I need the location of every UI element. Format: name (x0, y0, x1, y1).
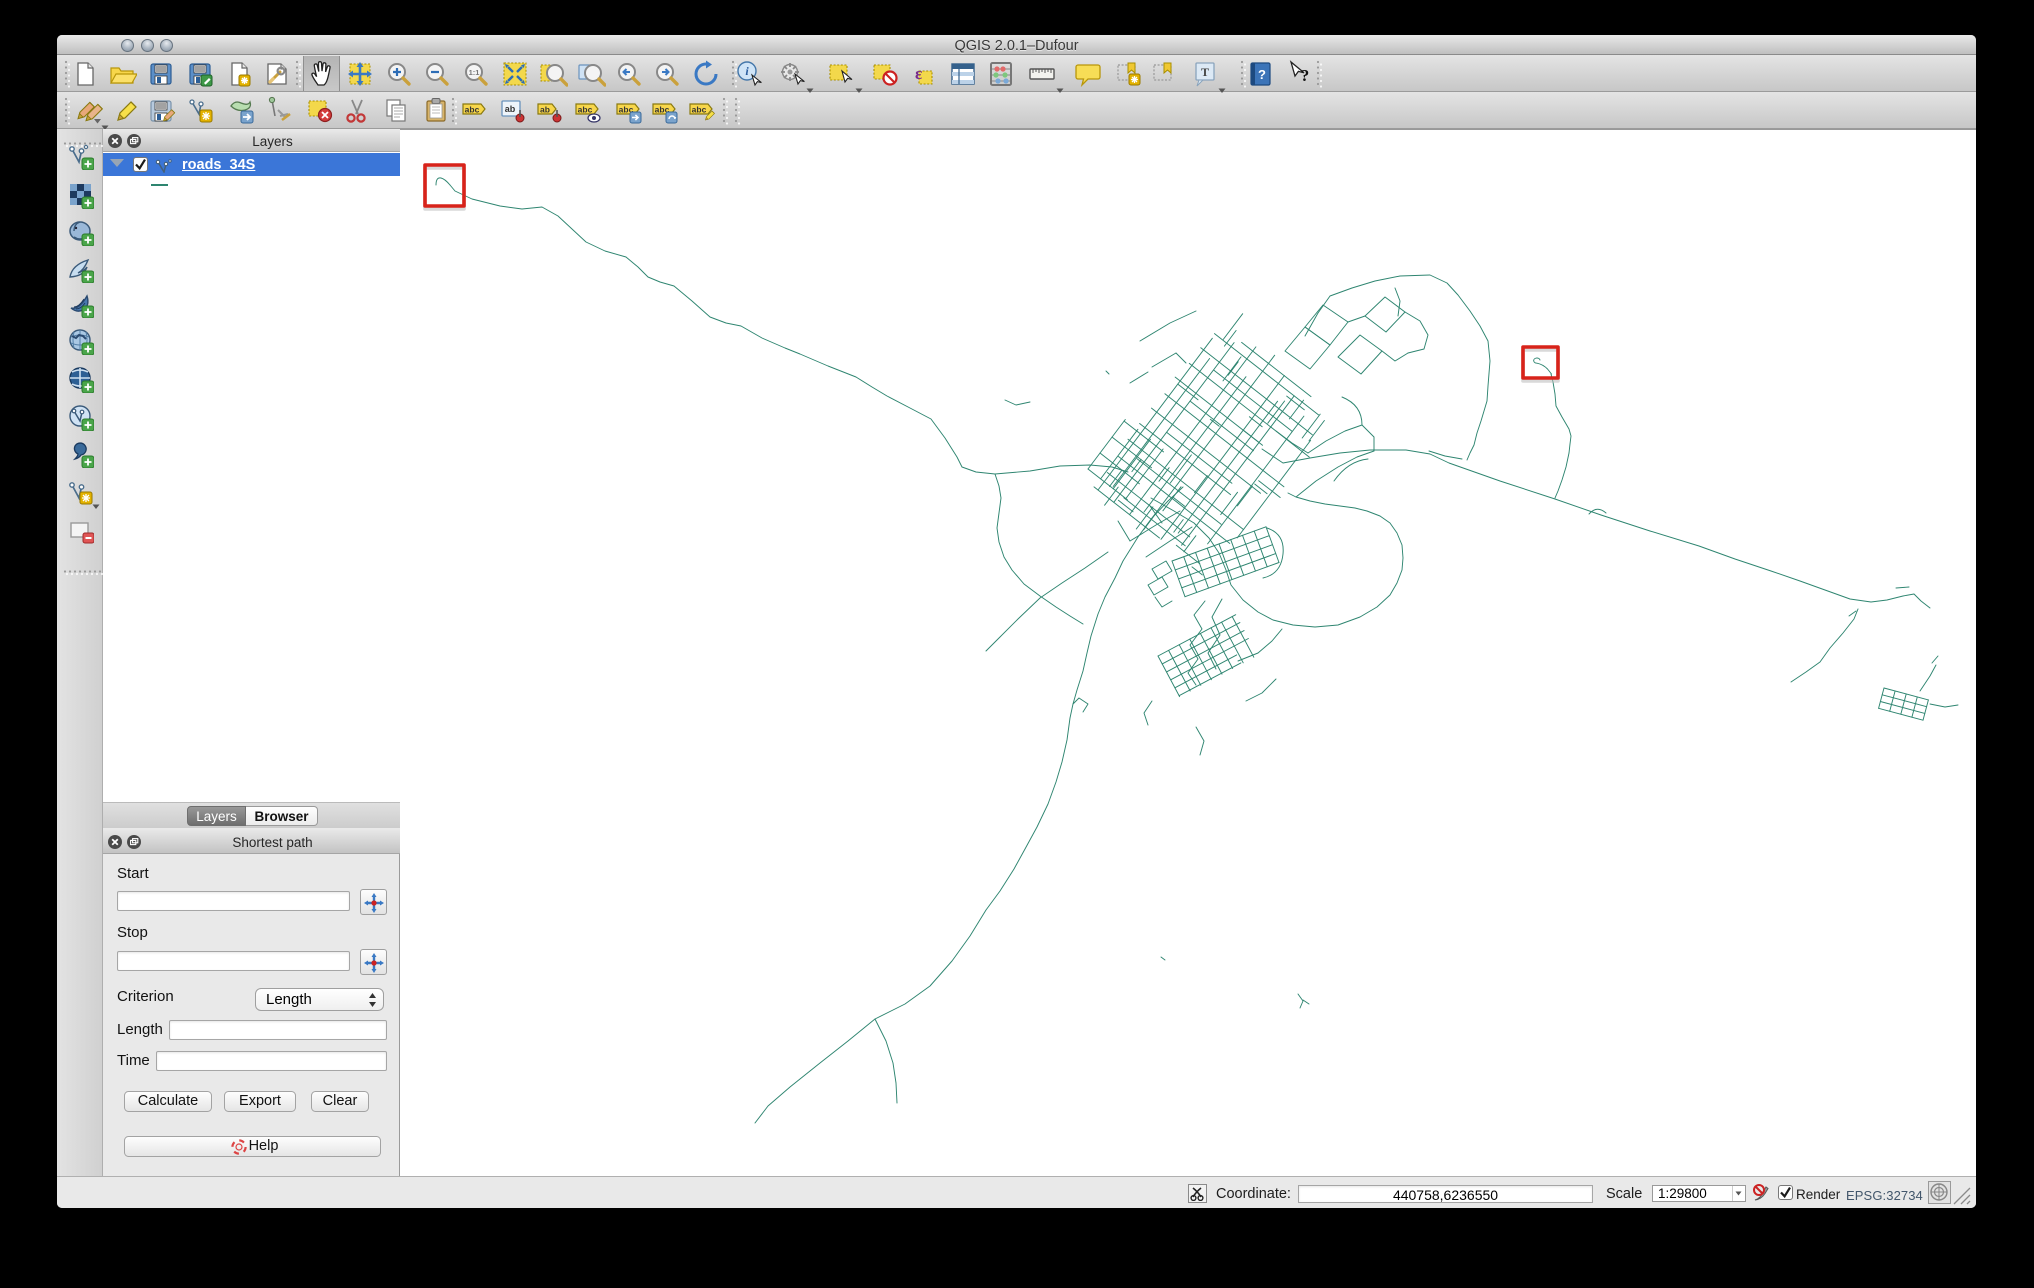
svg-text:ab: ab (505, 104, 516, 114)
svg-text:1:1: 1:1 (469, 68, 480, 77)
svg-text:ab: ab (540, 105, 550, 115)
svg-text:abc: abc (465, 105, 480, 115)
svg-text:abc: abc (578, 105, 593, 115)
svg-text:abc: abc (692, 105, 707, 115)
svg-text:T: T (1201, 65, 1209, 79)
svg-text:?: ? (1258, 67, 1266, 82)
svg-text:?: ? (1301, 66, 1310, 85)
svg-text:ε: ε (915, 64, 922, 83)
